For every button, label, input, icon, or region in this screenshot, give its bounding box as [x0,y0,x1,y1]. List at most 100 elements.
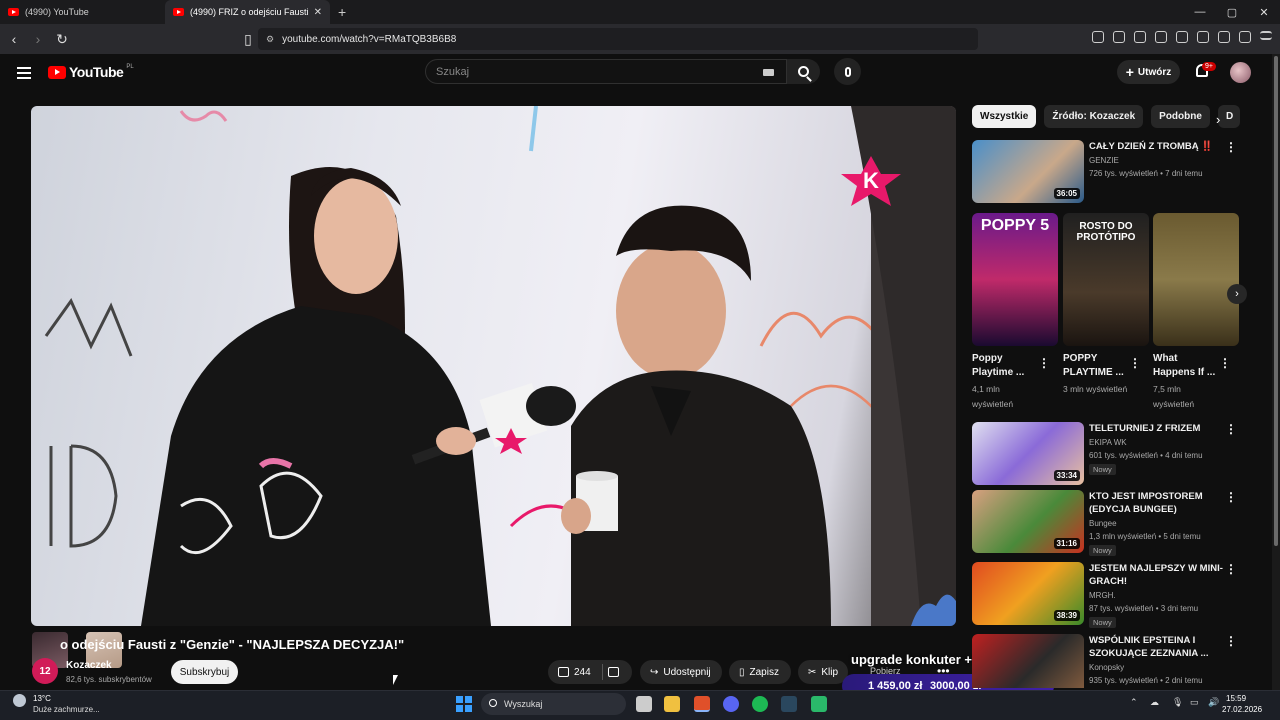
file-explorer-icon[interactable] [664,696,680,712]
more-icon[interactable]: ⋮ [1225,490,1237,504]
brave-browser-icon[interactable] [694,696,710,712]
search-input[interactable]: Szukaj [425,59,787,84]
video-thumbnail[interactable]: 36:05 [972,140,1084,203]
search-button[interactable] [787,59,820,84]
reload-icon[interactable]: ↻ [52,29,72,49]
chevron-right-icon[interactable]: › [1227,284,1247,304]
chip-more[interactable]: D [1217,105,1240,128]
short-thumbnail[interactable] [1153,213,1239,346]
more-icon[interactable]: ⋮ [1225,562,1237,576]
dislike-icon[interactable] [607,667,619,677]
short-thumbnail[interactable]: ROSTO DO PROTÓTIPO [1063,213,1149,346]
voice-search-button[interactable] [834,58,861,85]
discord-icon[interactable] [723,696,739,712]
windows-icon[interactable] [456,696,472,712]
like-icon[interactable] [558,667,569,677]
more-icon[interactable]: ⋮ [1219,356,1231,370]
menu-icon[interactable] [1260,31,1272,40]
recommended-video[interactable]: 31:16 KTO JEST IMPOSTOREM (EDYCJA BUNGEE… [972,490,1247,556]
clip-icon: ✂ [808,666,817,678]
channel-name[interactable]: Konopsky [1089,663,1124,672]
create-button[interactable]: + Utwórz [1117,60,1180,84]
short-thumbnail[interactable]: POPPY 5 [972,213,1058,346]
channel-name[interactable]: EKIPA WK [1089,438,1127,447]
video-thumbnail[interactable]: 38:39 [972,562,1084,625]
chip-similar[interactable]: Podobne [1151,105,1210,128]
weather-description[interactable]: Duże zachmurze... [33,705,100,714]
recommended-video[interactable]: 36:05 CAŁY DZIEŃ Z TROMBĄ ‼️ GENZIE 726 … [972,140,1247,204]
app-icon[interactable] [811,696,827,712]
create-label: Utwórz [1137,66,1172,78]
video-thumbnail[interactable]: 33:34 [972,422,1084,485]
forward-icon[interactable]: › [28,29,48,49]
leo-icon[interactable] [1218,31,1230,43]
like-count[interactable]: 244 [574,667,591,678]
more-icon[interactable]: ⋮ [1225,634,1237,648]
volume-icon[interactable]: 🔊 [1208,697,1219,708]
chevron-right-icon[interactable]: › [1216,112,1220,127]
weather-icon[interactable] [13,694,26,707]
youtube-logo[interactable]: YouTube PL [48,64,134,80]
clock-time[interactable]: 15:59 [1226,694,1246,703]
more-icon[interactable]: ⋮ [1038,356,1050,370]
display-icon[interactable]: ▭ [1190,697,1199,708]
channel-name[interactable]: GENZIE [1089,156,1119,165]
browser-tab-1[interactable]: (4990) YouTube [0,0,165,24]
minimize-icon[interactable]: — [1184,0,1216,24]
chip-all[interactable]: Wszystkie [972,105,1037,128]
site-info-icon[interactable]: ⚙ [266,34,274,45]
extension-icon[interactable] [1134,31,1146,43]
spotify-icon[interactable] [752,696,768,712]
download-button[interactable]: Pobierz [870,666,901,676]
taskbar-search[interactable]: Wyszukaj [481,693,626,715]
video-thumbnail[interactable]: 31:16 [972,490,1084,553]
music-icon[interactable] [1155,31,1167,43]
video-title: CAŁY DZIEŃ Z TROMBĄ ‼️ [1089,141,1214,152]
network-icon[interactable]: ☁ [1150,697,1159,708]
task-view-icon[interactable] [636,696,652,712]
save-button[interactable]: ▯ Zapisz [729,660,791,684]
weather-temperature[interactable]: 13°C [33,694,51,703]
more-icon[interactable]: ⋮ [1129,356,1141,370]
account-avatar[interactable] [1230,62,1251,83]
short-item[interactable]: What Happens If ... 7,5 mln wyświetleń ⋮ [1153,213,1239,412]
wallet-icon[interactable] [1197,31,1209,43]
video-player[interactable]: K [31,106,956,626]
menu-icon[interactable] [17,67,31,79]
vpn-icon[interactable] [1239,31,1251,43]
short-item[interactable]: ROSTO DO PROTÓTIPO POPPY PLAYTIME ... 3 … [1063,213,1149,397]
channel-name[interactable]: Bungee [1089,519,1117,528]
channel-name[interactable]: Kozaczek [66,660,112,671]
chevron-up-icon[interactable]: ⌃ [1130,697,1138,708]
video-thumbnail[interactable] [972,634,1084,688]
more-icon[interactable]: ⋮ [1225,140,1237,154]
steam-icon[interactable] [781,696,797,712]
scrollbar-thumb[interactable] [1274,56,1278,546]
channel-name[interactable]: MRGH. [1089,591,1116,600]
close-icon[interactable]: ✕ [314,7,322,18]
recommended-video[interactable]: WSPÓLNIK EPSTEINA I SZOKUJĄCE ZEZNANIA .… [972,634,1247,688]
bookmark-icon[interactable]: ▯ [238,29,258,49]
sidebar-icon[interactable] [1176,31,1188,43]
subscribe-button[interactable]: Subskrybuj [171,660,238,684]
recommended-video[interactable]: 33:34 TELETURNIEJ Z FRIZEM EKIPA WK 601 … [972,422,1247,486]
extension-icon[interactable] [1092,31,1104,43]
clock-date[interactable]: 27.02.2026 [1222,705,1262,714]
channel-avatar[interactable]: 12 [32,658,58,684]
address-bar[interactable]: ⚙ youtube.com/watch?v=RMaTQB3B6B8 [258,28,978,50]
clip-button[interactable]: ✂ Klip [798,660,848,684]
back-icon[interactable]: ‹ [4,29,24,49]
mic-icon[interactable]: 🎙 [1172,697,1183,708]
maximize-icon[interactable]: ▢ [1216,0,1248,24]
browser-tab-2[interactable]: (4990) FRIZ o odejściu Fausti ✕ [165,0,330,24]
new-tab-button[interactable]: + [338,4,346,20]
share-button[interactable]: ↪ Udostępnij [640,660,722,684]
more-icon[interactable]: ⋮ [1225,422,1237,436]
more-icon[interactable]: ••• [937,664,950,678]
extension-icon[interactable] [1113,31,1125,43]
short-item[interactable]: POPPY 5 Poppy Playtime ... 4,1 mln wyświ… [972,213,1058,412]
close-window-icon[interactable]: ✕ [1248,0,1280,24]
keyboard-icon[interactable] [763,69,774,76]
recommended-video[interactable]: 38:39 JESTEM NAJLEPSZY W MINI-GRACH! MRG… [972,562,1247,628]
chip-source[interactable]: Źródło: Kozaczek [1044,105,1144,128]
